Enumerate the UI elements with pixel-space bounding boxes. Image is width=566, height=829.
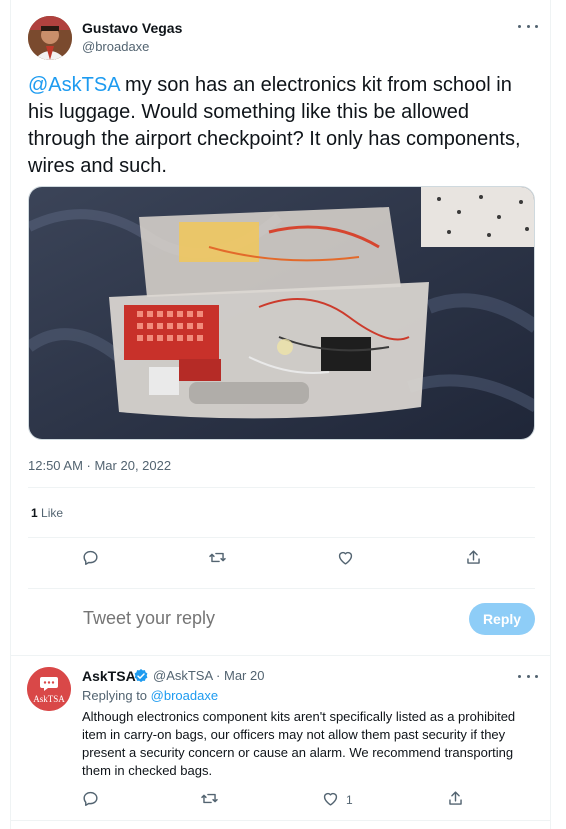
- author-avatar[interactable]: [28, 16, 72, 60]
- author-handle[interactable]: @broadaxe: [82, 39, 149, 54]
- divider: [11, 820, 551, 821]
- divider: [28, 487, 535, 488]
- divider: [28, 588, 535, 589]
- asktsa-avatar[interactable]: AskTSA: [27, 667, 71, 711]
- reply-icon[interactable]: [79, 546, 101, 568]
- verified-badge-icon: [134, 669, 148, 683]
- tweet-timestamp[interactable]: 12:50 AM · Mar 20, 2022: [28, 458, 171, 473]
- likes-summary[interactable]: 1 Like: [31, 506, 63, 520]
- retweet-icon[interactable]: [206, 546, 228, 568]
- reply-like-count: 1: [346, 793, 353, 807]
- reply-text: Although electronics component kits aren…: [82, 709, 516, 778]
- retweet-icon[interactable]: [198, 787, 220, 809]
- divider: [11, 655, 551, 656]
- reply-icon[interactable]: [79, 787, 101, 809]
- asktsa-avatar-label: AskTSA: [33, 694, 65, 704]
- more-options-icon[interactable]: [518, 20, 538, 32]
- tweet-photo[interactable]: [28, 186, 535, 440]
- share-icon[interactable]: [444, 787, 466, 809]
- divider: [28, 537, 535, 538]
- tweet-text: @AskTSA my son has an electronics kit fr…: [28, 72, 538, 180]
- share-icon[interactable]: [462, 546, 484, 568]
- replying-to-link[interactable]: @broadaxe: [151, 688, 218, 703]
- reply-composer-input[interactable]: [83, 608, 443, 629]
- likes-label: Like: [41, 506, 64, 520]
- replying-prefix: Replying to: [82, 688, 151, 703]
- author-name[interactable]: Gustavo Vegas: [82, 20, 182, 36]
- like-icon[interactable]: [334, 546, 356, 568]
- like-icon[interactable]: [319, 787, 341, 809]
- more-options-icon[interactable]: [518, 670, 538, 682]
- reply-author-name[interactable]: AskTSA: [82, 668, 136, 684]
- replying-to: Replying to @broadaxe: [82, 688, 218, 703]
- mention-link[interactable]: @AskTSA: [28, 74, 119, 96]
- reply-handle-date[interactable]: @AskTSA · Mar 20: [153, 668, 264, 683]
- reply-button[interactable]: Reply: [469, 603, 535, 635]
- likes-count: 1: [31, 506, 38, 520]
